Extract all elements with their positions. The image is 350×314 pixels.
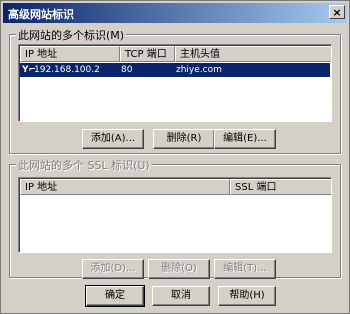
identity-port: 80: [121, 65, 133, 75]
add-identity-button[interactable]: 添加(A)...: [82, 129, 144, 149]
ssl-list-header: IP 地址 SSL 端口: [20, 179, 331, 195]
ssl-identities-list[interactable]: IP 地址 SSL 端口: [18, 177, 332, 253]
edit-identity-button[interactable]: 编辑(E)...: [214, 129, 276, 149]
column-header-ssl-ip[interactable]: IP 地址: [20, 179, 230, 195]
window-title: 高级网站标识: [8, 8, 74, 21]
advanced-site-identity-dialog: 高级网站标识 × 此网站的多个标识(M) IP 地址 TCP 端口 主机头值 Υ…: [0, 0, 350, 314]
column-header-ip[interactable]: IP 地址: [20, 46, 120, 62]
identity-ip: 192.168.100.2: [34, 65, 100, 75]
identities-list-header: IP 地址 TCP 端口 主机头值: [20, 46, 331, 62]
ok-button[interactable]: 确定: [85, 285, 145, 307]
column-header-host[interactable]: 主机头值: [175, 46, 331, 62]
ssl-legend: 此网站的多个 SSL 标识(U): [16, 157, 152, 173]
identities-list[interactable]: IP 地址 TCP 端口 主机头值 Υ⌐ 192.168.100.2 80 zh…: [18, 44, 332, 122]
remove-ssl-button[interactable]: 删除(O): [148, 259, 210, 279]
identities-group: 此网站的多个标识(M) IP 地址 TCP 端口 主机头值 Υ⌐ 192.168…: [9, 27, 341, 154]
column-header-tcp-port[interactable]: TCP 端口: [120, 46, 175, 62]
title-bar[interactable]: 高级网站标识 ×: [3, 3, 347, 23]
remove-identity-button[interactable]: 删除(R): [153, 129, 215, 149]
column-header-ssl-port[interactable]: SSL 端口: [230, 179, 331, 195]
add-ssl-button[interactable]: 添加(D)...: [82, 259, 144, 279]
edit-ssl-button[interactable]: 编辑(T)...: [214, 259, 276, 279]
help-button[interactable]: 帮助(H): [218, 286, 276, 306]
identity-row[interactable]: Υ⌐ 192.168.100.2 80 zhiye.com: [20, 63, 330, 77]
ssl-identities-group: 此网站的多个 SSL 标识(U) IP 地址 SSL 端口 添加(D)... 删…: [9, 157, 341, 279]
identity-host: zhiye.com: [176, 65, 222, 75]
close-button[interactable]: ×: [329, 5, 345, 19]
identities-legend: 此网站的多个标识(M): [16, 27, 127, 43]
cancel-button[interactable]: 取消: [152, 286, 210, 306]
